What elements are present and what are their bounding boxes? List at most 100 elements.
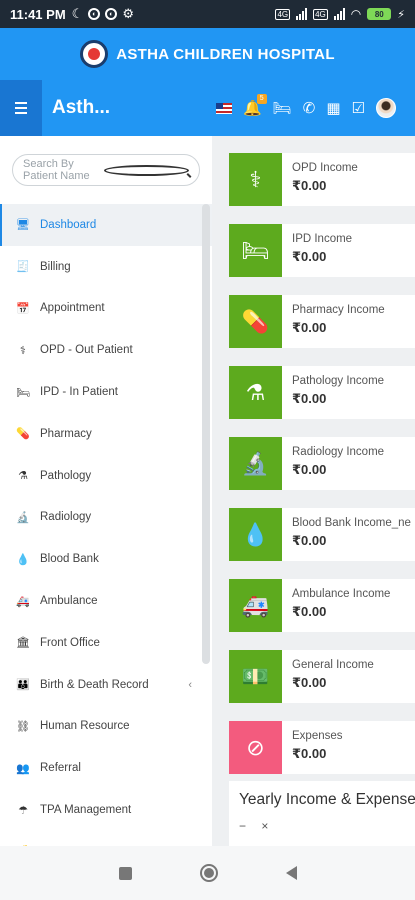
card-text: Ambulance Income ₹0.00	[282, 579, 390, 632]
sidebar-item-ipd-in-patient[interactable]: 🛏 IPD - In Patient	[0, 371, 212, 413]
checkbox-icon[interactable]: ☑	[352, 101, 365, 116]
income-card[interactable]: 🛏 IPD Income ₹0.00	[229, 224, 415, 277]
income-card[interactable]: ⊘ Expenses ₹0.00	[229, 721, 415, 774]
wifi-icon: ◠	[350, 7, 362, 21]
signal-icon	[333, 8, 345, 20]
microscope-icon: 🔬	[229, 437, 282, 490]
sidebar-item-label: Ambulance	[40, 595, 98, 608]
yearly-income-panel: Yearly Income & Expense − ×	[229, 781, 415, 846]
drop-icon: 💧	[229, 508, 282, 561]
sidebar-item-ambulance[interactable]: 🚑 Ambulance	[0, 580, 212, 622]
status-right: 4G 4G ◠ 80 ⚡	[275, 7, 405, 21]
bed-icon: 🛏	[16, 386, 30, 399]
status-time: 11:41 PM	[10, 6, 66, 22]
sidebar-item-radiology[interactable]: 🔬 Radiology	[0, 497, 212, 539]
ambulance-icon: 🚑	[16, 595, 30, 608]
income-card[interactable]: 🚑 Ambulance Income ₹0.00	[229, 579, 415, 632]
bed-icon: 🛏	[229, 224, 282, 277]
sidebar-item-label: Radiology	[40, 511, 92, 524]
gear-icon: ⚙	[122, 6, 134, 21]
sidebar-item-human-resource[interactable]: ⛓ Human Resource	[0, 706, 212, 748]
sidebar-item-label: TPA Management	[40, 804, 132, 817]
card-text: General Income ₹0.00	[282, 650, 374, 703]
card-label: General Income	[292, 659, 374, 671]
dashboard-main: Yearly Income & Expense − × ⚕ OPD Income ₹…	[212, 136, 415, 846]
microscope-icon: 🔬	[16, 511, 30, 524]
mortar-icon: 💊	[229, 295, 282, 348]
income-card[interactable]: ⚕ OPD Income ₹0.00	[229, 153, 415, 206]
card-label: Expenses	[292, 730, 343, 742]
yearly-panel-title: Yearly Income & Expense	[239, 791, 415, 808]
menu-toggle-button[interactable]	[0, 80, 42, 136]
flask-icon: ⚗	[18, 470, 28, 483]
income-card[interactable]: 💵 General Income ₹0.00	[229, 650, 415, 703]
sidebar-item-pharmacy[interactable]: 💊 Pharmacy	[0, 413, 212, 455]
flask-icon: ⚗	[229, 366, 282, 419]
card-text: Pharmacy Income ₹0.00	[282, 295, 385, 348]
card-label: Ambulance Income	[292, 588, 391, 600]
hospital-logo	[80, 40, 109, 68]
card-value: ₹0.00	[292, 178, 327, 193]
signal-icon	[296, 8, 308, 20]
charging-icon: ⚡	[397, 8, 405, 21]
minimize-button[interactable]: −	[239, 819, 246, 833]
sidebar-item-label: OPD - Out Patient	[40, 344, 133, 357]
family-icon: 👪	[16, 679, 30, 692]
card-text: Radiology Income ₹0.00	[282, 437, 384, 490]
stethoscope-icon: ⚕	[20, 344, 26, 357]
income-card[interactable]: 💧 Blood Bank Income_ne ₹0.00	[229, 508, 415, 561]
hospital-name: ASTHA CHILDREN HOSPITAL	[116, 45, 335, 63]
no-money-icon: ⊘	[229, 721, 282, 774]
bell-icon[interactable]: 🔔 5	[243, 93, 267, 116]
sidebar-item-label: Appointment	[40, 302, 105, 315]
flag-us-icon[interactable]	[216, 102, 232, 114]
sidebar-item-referral[interactable]: 👥 Referral	[0, 747, 212, 789]
sidebar-scrollbar[interactable]	[202, 204, 210, 664]
back-button[interactable]	[285, 866, 297, 880]
sidebar-item-blood-bank[interactable]: 💧 Blood Bank	[0, 538, 212, 580]
circle-icon: ◐	[105, 8, 118, 20]
android-nav-bar	[0, 846, 415, 900]
card-label: IPD Income	[292, 233, 353, 245]
sidebar-item-opd-out-patient[interactable]: ⚕ OPD - Out Patient	[0, 329, 212, 371]
card-value: ₹0.00	[292, 533, 327, 548]
money-icon: 💵	[229, 650, 282, 703]
bed-icon[interactable]: 🛏	[273, 101, 292, 116]
battery-icon: 80	[367, 8, 392, 20]
sidebar-item-appointment[interactable]: 📅 Appointment	[0, 288, 212, 330]
moon-icon: ☾	[71, 6, 84, 21]
navbar-icons: 🔔 5 🛏 ✆ ▦ ☑	[216, 93, 396, 118]
sidebar-item-label: Billing	[40, 260, 71, 273]
close-button[interactable]: ×	[261, 819, 268, 833]
sidebar-item-label: Pathology	[40, 469, 92, 482]
calendar-icon[interactable]: ▦	[326, 101, 340, 116]
sidebar-item-billing[interactable]: 🧾 Billing	[0, 246, 212, 288]
sidebar-item-dashboard[interactable]: 🖥 Dashboard	[0, 204, 212, 246]
sidebar-item-birth-death-record[interactable]: 👪 Birth & Death Record ‹	[0, 664, 212, 706]
income-card[interactable]: ⚗ Pathology Income ₹0.00	[229, 366, 415, 419]
sidebar-item-pathology[interactable]: ⚗ Pathology	[0, 455, 212, 497]
income-card[interactable]: 💊 Pharmacy Income ₹0.00	[229, 295, 415, 348]
sidebar-item-front-office[interactable]: 🏛 Front Office	[0, 622, 212, 664]
card-text: Expenses ₹0.00	[282, 721, 343, 774]
avatar[interactable]	[375, 98, 396, 118]
income-card[interactable]: 🔬 Radiology Income ₹0.00	[229, 437, 415, 490]
sidebar-item-label: Birth & Death Record	[40, 678, 149, 691]
home-button[interactable]	[199, 864, 218, 882]
card-text: Pathology Income ₹0.00	[282, 366, 384, 419]
sidebar-item-label: Front Office	[40, 636, 100, 649]
users-icon: 👥	[16, 762, 30, 775]
panel-tools: − ×	[239, 819, 415, 833]
card-text: OPD Income ₹0.00	[282, 153, 358, 206]
card-text: IPD Income ₹0.00	[282, 224, 352, 277]
search-icon[interactable]	[104, 164, 189, 176]
lte-icon: 4G	[313, 8, 328, 20]
whatsapp-icon[interactable]: ✆	[303, 101, 316, 116]
sidebar-item-tpa-management[interactable]: ☂ TPA Management	[0, 789, 212, 831]
sidebar-item-finance[interactable]: 💰Finance‹	[0, 831, 212, 847]
recents-button[interactable]	[118, 866, 132, 880]
sidebar-item-label: Human Resource	[40, 720, 130, 733]
card-value: ₹0.00	[292, 249, 327, 264]
search-input[interactable]: Search By Patient Name	[12, 154, 200, 186]
chevron-left-icon[interactable]: ‹	[188, 679, 192, 691]
